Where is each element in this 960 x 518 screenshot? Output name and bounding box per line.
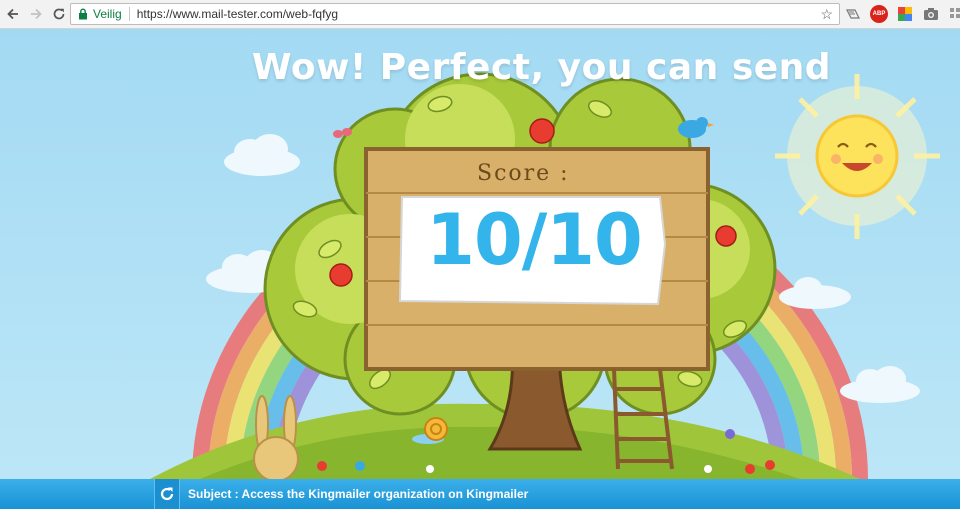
back-arrow-icon	[7, 8, 18, 20]
address-separator	[128, 7, 130, 21]
address-bar[interactable]: Veilig https://www.mail-tester.com/web-f…	[70, 3, 840, 25]
subject-bar: Subject : Access the Kingmailer organiza…	[0, 479, 960, 509]
lock-icon	[77, 8, 89, 20]
browser-toolbar: Veilig https://www.mail-tester.com/web-f…	[0, 0, 960, 29]
sun	[775, 74, 940, 239]
refresh-icon	[160, 487, 174, 501]
reload-button[interactable]	[49, 4, 69, 24]
score-value: 10/10	[426, 199, 642, 281]
forward-button[interactable]	[26, 4, 46, 24]
adblock-icon[interactable]: ABP	[870, 5, 888, 23]
google-icon[interactable]	[896, 5, 914, 23]
grid-icon[interactable]	[946, 5, 960, 23]
page-bottom-strip	[0, 509, 960, 518]
result-headline: Wow! Perfect, you can send	[251, 47, 832, 88]
reader-icon[interactable]	[844, 5, 862, 23]
adblock-label: ABP	[872, 11, 886, 17]
bookmark-star-icon[interactable]: ☆	[820, 6, 833, 23]
refresh-button[interactable]	[154, 479, 180, 509]
score-label: Score :	[477, 161, 570, 186]
forward-arrow-icon	[31, 8, 42, 20]
camera-icon[interactable]	[922, 5, 940, 23]
back-button[interactable]	[3, 4, 23, 24]
reload-icon	[53, 8, 65, 20]
url-text[interactable]: https://www.mail-tester.com/web-fqfyg	[137, 7, 338, 21]
result-scene: Wow! Perfect, you can send Score : 10/10	[0, 29, 960, 479]
subject-text: Subject : Access the Kingmailer organiza…	[188, 487, 529, 501]
secure-label: Veilig	[93, 7, 122, 21]
